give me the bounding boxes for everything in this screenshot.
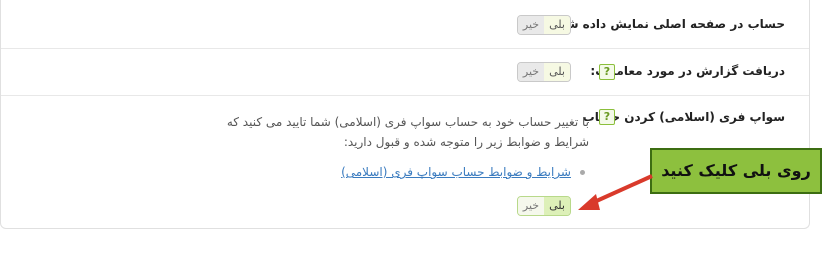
- show-on-home-label: حساب در صفحه اصلی نمایش داده شود؟: [546, 17, 785, 31]
- help-icon[interactable]: ?: [599, 64, 615, 80]
- show-on-home-yes[interactable]: بلی: [544, 16, 570, 34]
- setting-row-show-on-home: حساب در صفحه اصلی نمایش داده شود؟ بلی خی…: [1, 0, 809, 49]
- swap-free-description: با تغییر حساب خود به حساب سواپ فری (اسلا…: [226, 115, 589, 149]
- trade-reports-toggle[interactable]: بلی خیر: [516, 62, 571, 82]
- account-settings-panel: حساب در صفحه اصلی نمایش داده شود؟ بلی خی…: [0, 0, 810, 229]
- show-on-home-toggle[interactable]: بلی خیر: [516, 15, 571, 35]
- setting-row-trade-reports: دریافت گزارش در مورد معاملات: ? بلی خیر: [1, 49, 809, 96]
- trade-reports-no[interactable]: خیر: [517, 63, 545, 81]
- swap-free-no[interactable]: خیر: [517, 197, 545, 215]
- trade-reports-yes[interactable]: بلی: [544, 63, 570, 81]
- swap-free-toggle[interactable]: بلی خیر: [516, 196, 571, 216]
- terms-link[interactable]: شرایط و ضوابط حساب سواپ فری (اسلامی): [341, 165, 571, 179]
- help-icon[interactable]: ?: [599, 109, 615, 125]
- swap-free-yes[interactable]: بلی: [544, 197, 570, 215]
- bullet-dot: [580, 170, 585, 175]
- show-on-home-no[interactable]: خیر: [517, 16, 545, 34]
- annotation-callout: روی بلی کلیک کنید: [650, 148, 822, 194]
- trade-reports-label: دریافت گزارش در مورد معاملات:: [590, 64, 785, 78]
